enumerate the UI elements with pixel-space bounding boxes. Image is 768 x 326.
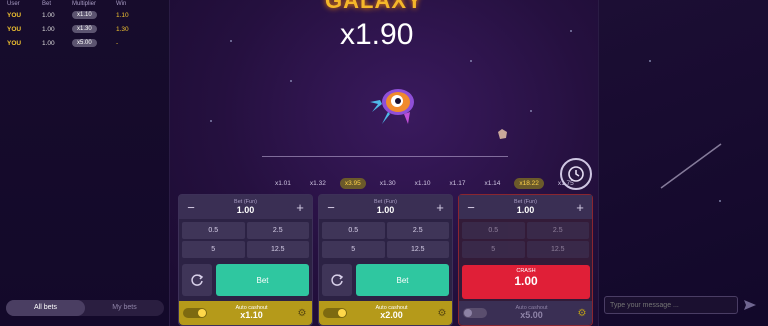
trajectory-line xyxy=(262,156,508,157)
row-multiplier: x1.10 xyxy=(72,11,97,19)
history-item: x1.17 xyxy=(449,180,466,187)
send-icon[interactable] xyxy=(744,300,756,310)
row-user: YOU xyxy=(7,39,22,47)
chat-panel xyxy=(598,0,768,326)
bet-amount[interactable]: 1.00 xyxy=(514,205,537,215)
auto-bet-button[interactable] xyxy=(322,264,352,296)
quick-bet-button[interactable]: 5 xyxy=(182,241,245,258)
bets-table-header: User Bet Multiplier Win xyxy=(0,0,169,8)
quick-bet-button[interactable]: 5 xyxy=(322,241,385,258)
auto-cashout-value[interactable]: x1.10 xyxy=(207,311,296,320)
gear-icon[interactable]: ⚙ xyxy=(296,307,308,319)
col-win: Win xyxy=(116,1,127,7)
auto-cashout-bar: Auto cashout x1.10 ⚙ xyxy=(179,301,312,325)
decrease-bet-button[interactable]: − xyxy=(465,200,477,215)
rocket-character-icon xyxy=(370,89,414,124)
row-multiplier: x5.00 xyxy=(72,39,97,47)
decrease-bet-button[interactable]: − xyxy=(185,200,197,215)
multiplier-history: x1.01 x1.32 x3.95 x1.30 x1.10 x1.17 x1.1… xyxy=(270,178,579,189)
game-logo: GALAXY xyxy=(325,0,423,13)
gear-icon[interactable]: ⚙ xyxy=(436,307,448,319)
auto-cashout-bar: Auto cashout x5.00 ⚙ xyxy=(459,301,592,325)
quick-bet-button[interactable]: 0.5 xyxy=(322,222,385,239)
bet-amount[interactable]: 1.00 xyxy=(374,205,397,215)
row-multiplier: x1.30 xyxy=(72,25,97,33)
crash-button[interactable]: CRASH 1.00 xyxy=(462,265,590,299)
bets-panel: User Bet Multiplier Win YOU 1.00 x1.10 1… xyxy=(0,0,170,326)
table-row: YOU 1.00 x5.00 - xyxy=(0,36,169,50)
history-item: x1.01 xyxy=(275,180,291,187)
auto-bet-button[interactable] xyxy=(182,264,212,296)
crash-amount: 1.00 xyxy=(514,274,538,288)
row-user: YOU xyxy=(7,11,22,19)
history-item: x1.10 xyxy=(414,180,431,187)
bets-tabs: All bets My bets xyxy=(6,300,164,316)
bet-panel-1: − Bet (Fun) 1.00 + 0.5 2.5 5 12.5 Bet Aut… xyxy=(178,194,313,326)
bet-button[interactable]: Bet xyxy=(356,264,449,296)
decrease-bet-button[interactable]: − xyxy=(325,200,337,215)
auto-cashout-bar: Auto cashout x2.00 ⚙ xyxy=(319,301,452,325)
refresh-icon xyxy=(331,274,344,286)
history-item: x1.75 xyxy=(557,180,574,187)
history-item: x1.32 xyxy=(309,180,326,187)
bet-panel-2: − Bet (Fun) 1.00 + 0.5 2.5 5 12.5 Bet Aut… xyxy=(318,194,453,326)
row-user: YOU xyxy=(7,25,22,33)
row-bet: 1.00 xyxy=(42,11,55,19)
refresh-icon xyxy=(191,274,204,286)
bet-amount[interactable]: 1.00 xyxy=(234,205,257,215)
quick-bet-button[interactable]: 0.5 xyxy=(182,222,245,239)
history-item: x18.22 xyxy=(514,178,544,189)
table-row: YOU 1.00 x1.10 1.10 xyxy=(0,8,169,22)
asteroid-icon xyxy=(498,129,507,139)
col-multiplier: Multiplier xyxy=(72,1,97,7)
chat-input[interactable] xyxy=(604,296,738,314)
gear-icon[interactable]: ⚙ xyxy=(576,307,588,319)
quick-bet-button[interactable]: 5 xyxy=(462,241,525,258)
crash-label: CRASH xyxy=(516,268,536,274)
bet-panel-3: − Bet (Fun) 1.00 + 0.5 2.5 5 12.5 CRASH 1… xyxy=(458,194,593,326)
auto-cashout-toggle[interactable] xyxy=(463,308,487,318)
quick-bet-button[interactable]: 2.5 xyxy=(386,222,449,239)
row-bet: 1.00 xyxy=(42,39,55,47)
current-multiplier: x1.90 xyxy=(340,18,414,51)
tab-my-bets[interactable]: My bets xyxy=(85,300,164,316)
history-item: x1.30 xyxy=(379,180,396,187)
row-win: 1.10 xyxy=(116,11,129,19)
table-row: YOU 1.00 x1.30 1.30 xyxy=(0,22,169,36)
quick-bet-button[interactable]: 12.5 xyxy=(526,241,589,258)
auto-cashout-value[interactable]: x5.00 xyxy=(487,311,576,320)
row-bet: 1.00 xyxy=(42,25,55,33)
auto-cashout-toggle[interactable] xyxy=(183,308,207,318)
quick-bet-button[interactable]: 12.5 xyxy=(386,241,449,258)
col-bet: Bet xyxy=(42,1,52,7)
increase-bet-button[interactable]: + xyxy=(434,200,446,215)
tab-all-bets[interactable]: All bets xyxy=(6,300,85,316)
quick-bet-button[interactable]: 2.5 xyxy=(526,222,589,239)
history-item: x3.95 xyxy=(339,178,366,189)
increase-bet-button[interactable]: + xyxy=(294,200,306,215)
quick-bet-button[interactable]: 0.5 xyxy=(462,222,525,239)
auto-cashout-toggle[interactable] xyxy=(323,308,347,318)
history-item: x1.14 xyxy=(484,180,501,187)
auto-cashout-value[interactable]: x2.00 xyxy=(347,311,436,320)
quick-bet-button[interactable]: 12.5 xyxy=(246,241,309,258)
row-win: 1.30 xyxy=(116,25,129,33)
quick-bet-button[interactable]: 2.5 xyxy=(246,222,309,239)
row-win: - xyxy=(116,39,119,47)
increase-bet-button[interactable]: + xyxy=(574,200,586,215)
bet-button[interactable]: Bet xyxy=(216,264,309,296)
col-user: User xyxy=(7,1,20,7)
shooting-star-icon xyxy=(660,143,722,189)
